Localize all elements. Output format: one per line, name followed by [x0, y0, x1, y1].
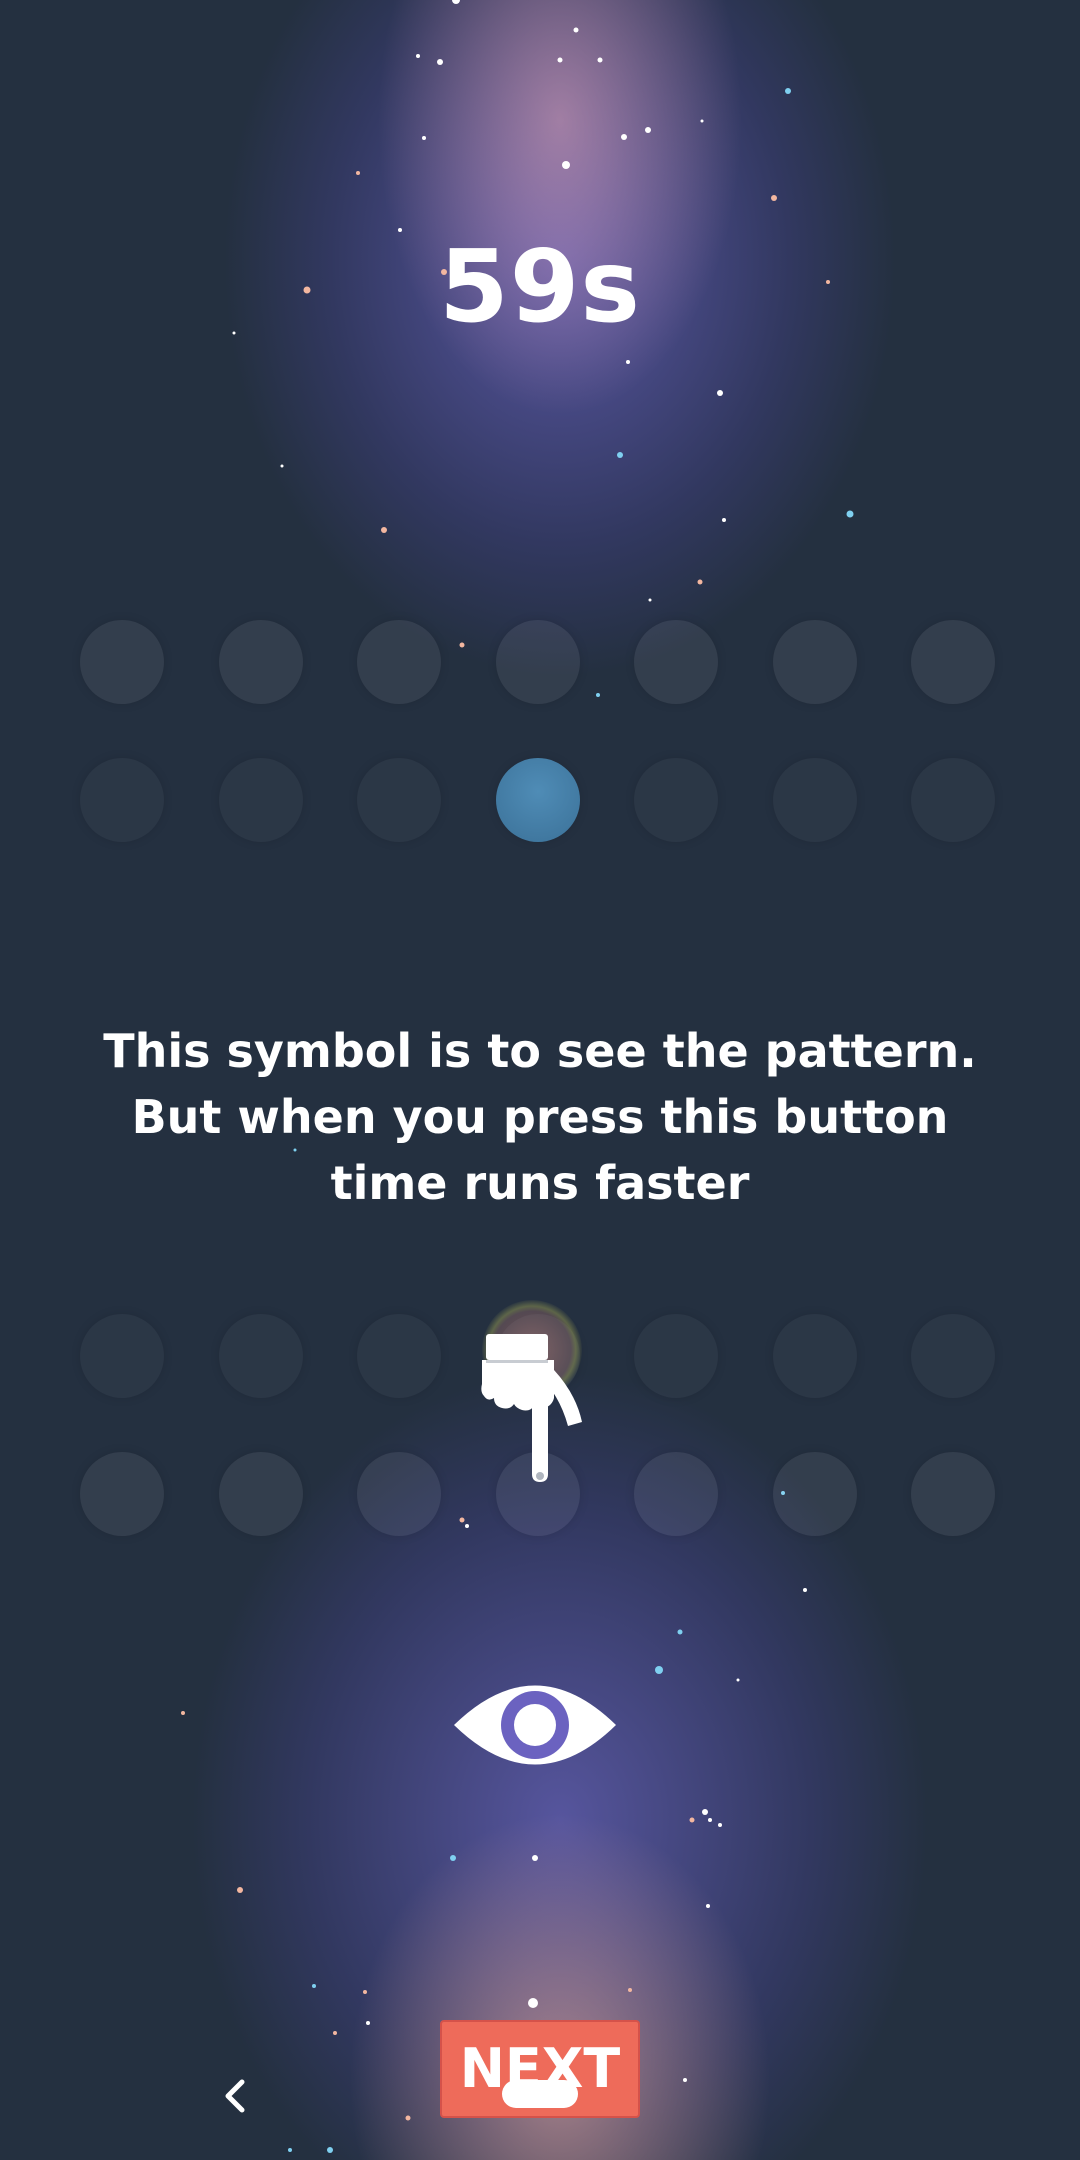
grid-dot[interactable] [911, 1314, 995, 1398]
grid-dot[interactable] [219, 758, 303, 842]
countdown-timer: 59s [439, 228, 641, 345]
chevron-left-icon [225, 2079, 245, 2113]
eye-icon [454, 1685, 616, 1765]
grid-dot[interactable] [634, 620, 718, 704]
grid-dot[interactable] [911, 758, 995, 842]
grid-dot[interactable] [80, 620, 164, 704]
grid-dot[interactable] [80, 1452, 164, 1536]
grid-dot[interactable] [357, 620, 441, 704]
back-button[interactable] [216, 2074, 256, 2118]
grid-dot[interactable] [911, 1452, 995, 1536]
grid-dot[interactable] [634, 758, 718, 842]
grid-dot[interactable] [773, 758, 857, 842]
grid-dot[interactable] [772, 620, 857, 704]
tutorial-hint-text: This symbol is to see the pattern. But w… [103, 1024, 977, 1210]
next-button-press-indicator [502, 2080, 578, 2108]
tap-hint [470, 1300, 610, 1490]
grid-dot[interactable] [357, 758, 441, 842]
grid-dot[interactable] [357, 1452, 441, 1536]
show-pattern-button[interactable] [452, 1668, 618, 1782]
grid-dot[interactable] [911, 620, 995, 704]
grid-dot-active[interactable] [495, 758, 580, 842]
grid-dot[interactable] [634, 1452, 718, 1536]
pointing-hand-icon [481, 1334, 582, 1482]
grid-dot[interactable] [219, 1314, 303, 1398]
grid-dot[interactable] [218, 1452, 303, 1536]
grid-dot[interactable] [772, 1452, 857, 1536]
grid-dot[interactable] [80, 758, 164, 842]
grid-dot[interactable] [357, 1314, 441, 1398]
grid-dot[interactable] [80, 1314, 164, 1398]
tutorial-screen: 59s This symbol is to see the pattern. B… [0, 0, 1080, 2160]
grid-dot[interactable] [773, 1314, 857, 1398]
grid-dot[interactable] [495, 620, 580, 704]
grid-dot[interactable] [218, 620, 303, 704]
grid-dot[interactable] [634, 1314, 718, 1398]
